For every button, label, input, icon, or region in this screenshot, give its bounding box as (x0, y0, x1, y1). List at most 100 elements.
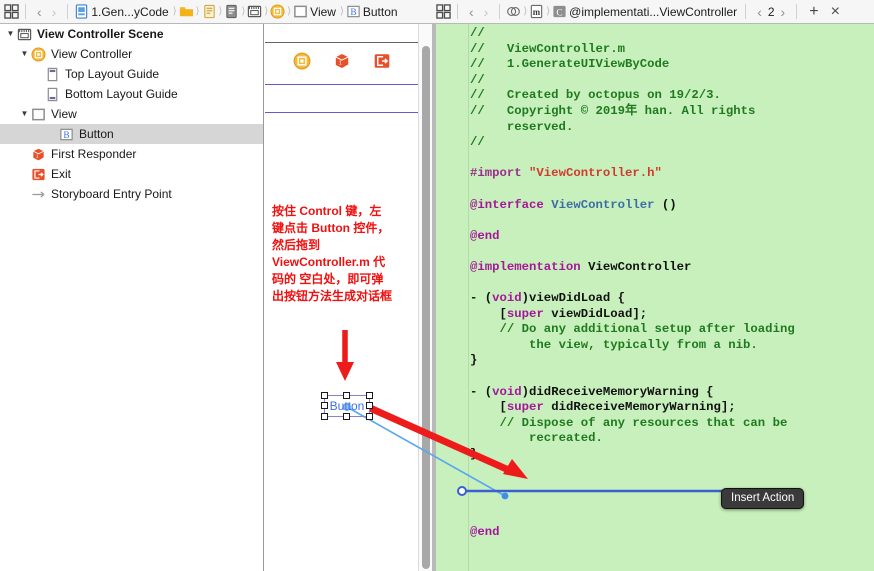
resize-handle-bottom-center[interactable] (343, 413, 350, 420)
code-line: @end (470, 229, 870, 245)
breadcrumb-separator: ⟩ (339, 6, 344, 17)
outline-row-exit[interactable]: Exit (0, 164, 263, 184)
outline-label: Exit (51, 167, 72, 181)
editor-back-button[interactable]: ‹ (464, 5, 479, 19)
folder-icon[interactable] (179, 4, 194, 19)
annotation-line: 出按钮方法生成对话框 (272, 289, 393, 303)
outline-row-bottom-layout-guide[interactable]: Bottom Layout Guide (0, 84, 263, 104)
resize-handle-top-right[interactable] (366, 392, 373, 399)
code-token: - ( (470, 384, 493, 399)
resize-handle-top-center[interactable] (343, 392, 350, 399)
editor-scrollbar-thumb[interactable] (422, 46, 430, 569)
storyboard-jump-bar: ‹ › 1.Gen...yCode ⟩ ⟩ ⟩ ⟩ ⟩ ⟩ View ⟩ B B… (0, 0, 432, 24)
annotation-line: 码的 空白处，即可弹 (272, 272, 384, 286)
svg-text:C: C (557, 8, 563, 18)
code-token: @interface (470, 197, 552, 212)
first-responder-icon[interactable]: 1 (333, 52, 351, 70)
code-line: @implementation ViewController (470, 260, 870, 276)
document-dark-icon[interactable] (224, 4, 239, 19)
view-controller-icon[interactable] (293, 52, 311, 70)
document-light-icon[interactable] (202, 4, 217, 19)
exit-icon (31, 167, 46, 182)
resize-handle-bottom-right[interactable] (366, 413, 373, 420)
outline-row-view-controller-scene[interactable]: ▼ View Controller Scene (0, 24, 263, 44)
editor-gutter (436, 24, 469, 571)
back-button[interactable]: ‹ (32, 5, 47, 19)
grid-view-icon[interactable] (4, 4, 19, 19)
outline-row-button[interactable]: B Button (0, 124, 263, 144)
resize-handle-top-left[interactable] (321, 392, 328, 399)
outline-row-first-responder[interactable]: 1 First Responder (0, 144, 263, 164)
view-icon[interactable] (293, 4, 308, 19)
forward-button[interactable]: › (47, 5, 62, 19)
code-token: the view, typically from a nib. (470, 337, 758, 352)
document-outline[interactable]: ▼ View Controller Scene ▼ View Controlle… (0, 24, 264, 571)
button-icon[interactable]: B (346, 4, 361, 19)
button-widget[interactable]: Button (321, 392, 373, 420)
assistant-code-editor[interactable]: //// ViewController.m// 1.GenerateUIView… (432, 24, 874, 571)
code-token: super (506, 400, 544, 415)
grid-view-icon[interactable] (436, 4, 451, 19)
outline-row-view-controller[interactable]: ▼ View Controller (0, 44, 263, 64)
breadcrumb-item-implementation[interactable]: @implementati...ViewController (567, 5, 739, 19)
view-controller-scene-icon[interactable] (247, 4, 262, 19)
outline-row-storyboard-entry-point[interactable]: Storyboard Entry Point (0, 184, 263, 204)
breadcrumb-item-view[interactable]: View (308, 5, 338, 19)
insert-action-tooltip: Insert Action (721, 488, 805, 509)
code-token: // Copyright © 2019年 han. All rights (470, 103, 756, 118)
resize-handle-middle-right[interactable] (366, 402, 373, 409)
exit-icon[interactable] (373, 52, 391, 70)
close-editor-button[interactable]: × (825, 3, 846, 20)
editor-jump-bar: ‹ › ⟩ m ⟩ C @implementati...ViewControll… (432, 0, 874, 24)
disclosure-triangle-icon[interactable]: ▼ (4, 30, 17, 38)
code-token: } (470, 353, 478, 368)
breadcrumb-separator: ⟩ (264, 6, 269, 17)
outline-label: Button (79, 127, 114, 141)
assistant-next-button[interactable]: › (776, 5, 791, 19)
resize-handle-bottom-left[interactable] (321, 413, 328, 420)
xcode-window: ‹ › 1.Gen...yCode ⟩ ⟩ ⟩ ⟩ ⟩ ⟩ View ⟩ B B… (0, 0, 874, 571)
disclosure-triangle-icon[interactable]: ▼ (18, 50, 31, 58)
code-line: recreated. (470, 431, 870, 447)
breadcrumb-item-button[interactable]: Button (361, 5, 400, 19)
assistant-page-number: 2 (767, 4, 775, 19)
code-token: - ( (470, 291, 493, 306)
resize-handle-middle-left[interactable] (321, 402, 328, 409)
view-controller-icon[interactable] (270, 4, 285, 19)
assistant-prev-button[interactable]: ‹ (752, 5, 767, 19)
source-code-text[interactable]: //// ViewController.m// 1.GenerateUIView… (470, 26, 870, 541)
objc-m-file-icon[interactable]: m (529, 4, 544, 19)
add-editor-button[interactable]: + (803, 3, 824, 20)
annotation-line: 按住 Control 键，左 (272, 204, 382, 218)
svg-text:m: m (533, 7, 541, 17)
svg-text:1: 1 (339, 60, 342, 66)
class-symbol-icon[interactable]: C (552, 4, 567, 19)
breadcrumb-separator: ⟩ (287, 6, 292, 17)
breadcrumb-separator: ⟩ (241, 6, 246, 17)
divider (67, 4, 69, 19)
svg-text:B: B (63, 130, 69, 140)
storyboard-file-icon[interactable] (74, 4, 89, 19)
code-line: // (470, 135, 870, 151)
outline-row-top-layout-guide[interactable]: Top Layout Guide (0, 64, 263, 84)
outline-label: Bottom Layout Guide (65, 87, 178, 101)
outline-label: View Controller (51, 47, 133, 61)
editor-forward-button[interactable]: › (479, 5, 494, 19)
code-token: } (470, 447, 478, 462)
code-token: viewDidLoad]; (543, 306, 648, 321)
breadcrumb-item-project[interactable]: 1.Gen...yCode (89, 5, 170, 19)
related-items-icon[interactable] (506, 4, 521, 19)
annotation-text: 按住 Control 键，左 键点击 Button 控件， 然后拖到 ViewCont… (272, 203, 422, 305)
annotation-line: ViewController.m 代 (272, 255, 386, 269)
divider (499, 4, 501, 19)
disclosure-triangle-icon[interactable]: ▼ (18, 110, 31, 118)
outline-row-view[interactable]: ▼ View (0, 104, 263, 124)
code-line: [super didReceiveMemoryWarning]; (470, 400, 870, 416)
code-line: @end (470, 525, 870, 541)
view-controller-icon (31, 46, 46, 62)
